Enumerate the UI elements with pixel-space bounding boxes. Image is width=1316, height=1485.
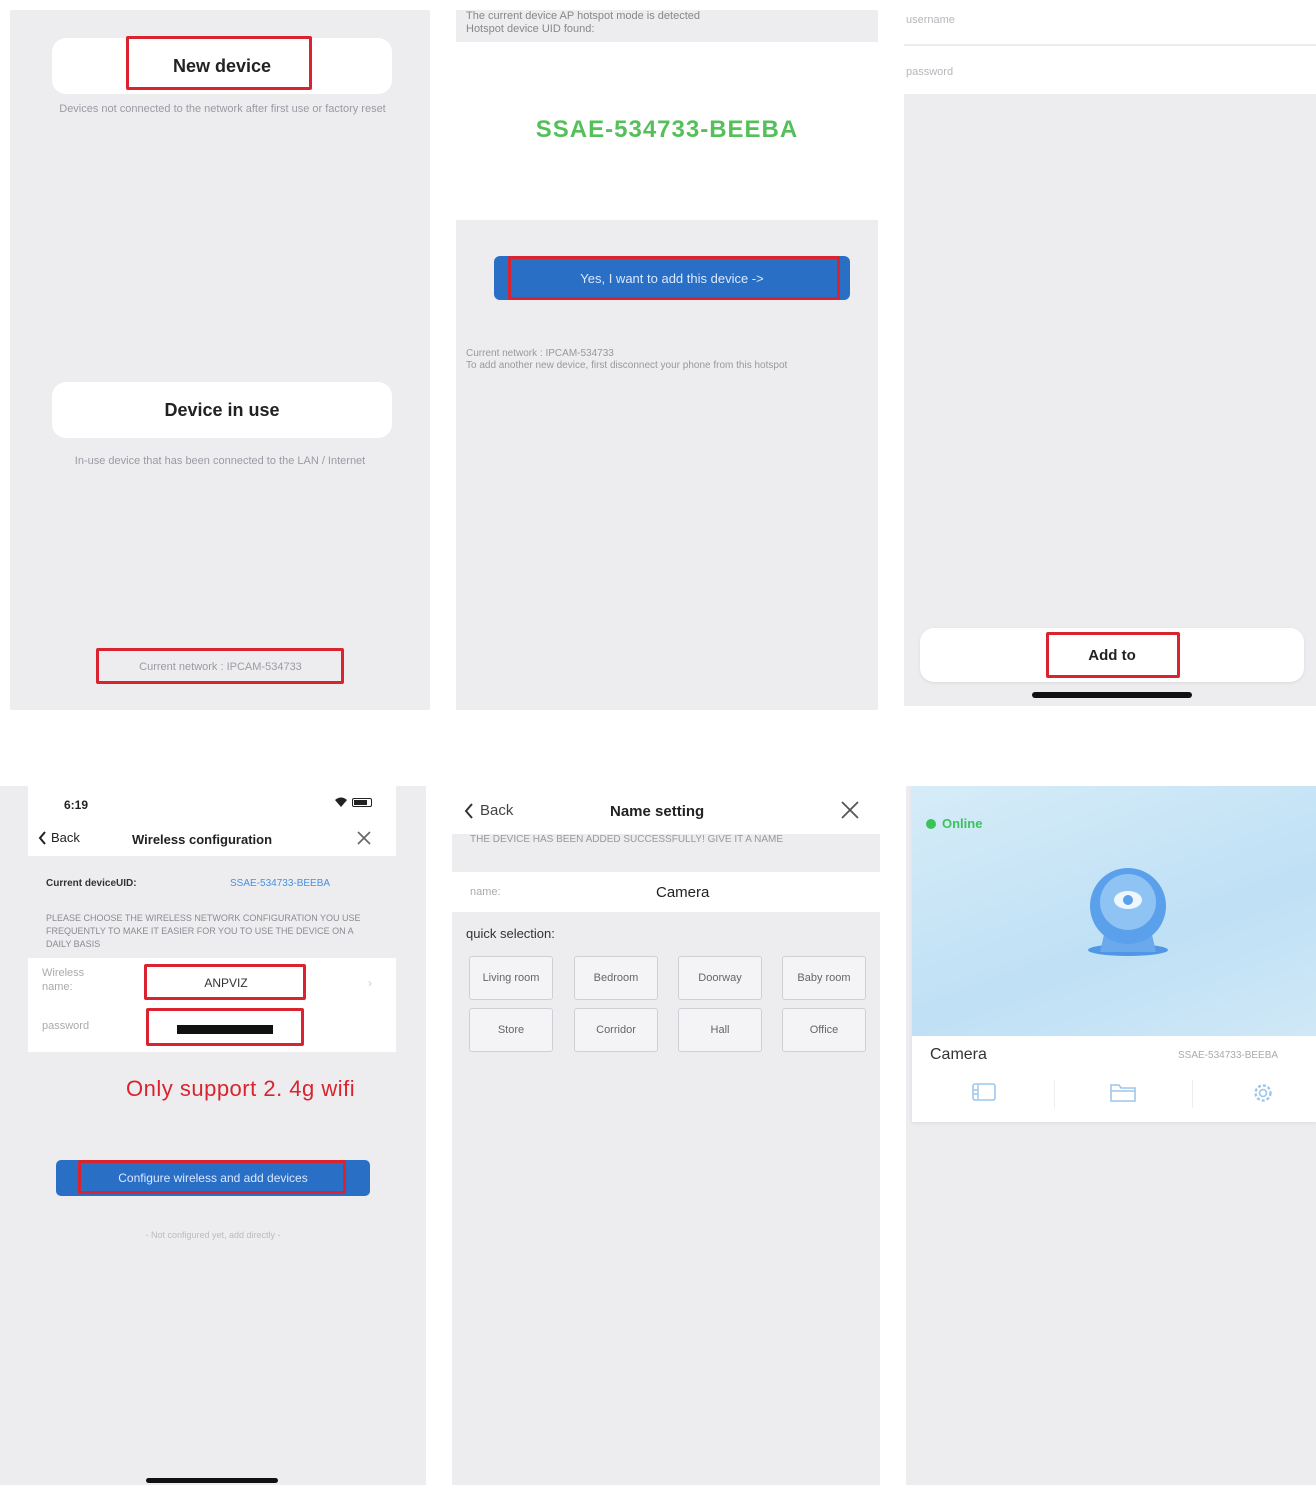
current-uid-label: Current deviceUID: <box>46 878 137 889</box>
highlight-current-network <box>96 648 344 684</box>
chip-label: Store <box>497 1024 525 1036</box>
hotspot-detected-text: The current device AP hotspot mode is de… <box>466 10 866 36</box>
password-label: password <box>42 1020 90 1032</box>
highlight-new-device <box>126 36 312 90</box>
panel-login: username password Add to <box>904 0 1316 706</box>
nav-bar: Back Name setting <box>452 786 880 834</box>
chip-label: Bedroom <box>593 972 639 984</box>
wireless-name-label: Wireless name: <box>42 967 85 993</box>
panel-device-list: Online Camera SSAE-534733-BEEBA <box>906 786 1316 1485</box>
chip-label: Hall <box>710 1024 730 1036</box>
battery-icon <box>352 798 372 807</box>
chip-store[interactable]: Store <box>469 1008 553 1052</box>
highlight-add-to <box>1046 632 1180 678</box>
password-field[interactable]: password <box>904 46 1316 94</box>
device-in-use-button[interactable]: Device in use <box>52 382 392 438</box>
chip-label: Doorway <box>698 972 742 984</box>
device-uid: SSAE-534733-BEEBA <box>1178 1050 1279 1061</box>
name-field[interactable]: name: Camera <box>452 872 880 912</box>
chip-label: Baby room <box>797 972 851 984</box>
divider <box>1192 1080 1193 1108</box>
highlight-configure <box>78 1160 346 1194</box>
divider <box>1054 1080 1055 1108</box>
chip-label: Living room <box>482 972 540 984</box>
chip-office[interactable]: Office <box>782 1008 866 1052</box>
close-icon[interactable] <box>356 830 372 846</box>
chip-baby-room[interactable]: Baby room <box>782 956 866 1000</box>
panel-name-setting: Back Name setting THE DEVICE HAS BEEN AD… <box>452 786 880 1485</box>
device-card[interactable]: Online Camera SSAE-534733-BEEBA <box>912 786 1316 1122</box>
current-uid-value: SSAE-534733-BEEBA <box>230 878 331 889</box>
camera-icon <box>1078 866 1178 960</box>
username-placeholder: username <box>906 14 955 26</box>
status-dot-icon <box>926 818 936 829</box>
chevron-left-icon <box>464 802 474 819</box>
camera-preview[interactable]: Online <box>912 786 1316 1036</box>
chevron-left-icon <box>38 830 47 845</box>
highlight-wifi-password <box>146 1008 304 1046</box>
back-button[interactable]: Back <box>38 830 80 845</box>
network-line-1: Current network : IPCAM-534733 <box>466 348 614 359</box>
chip-living-room[interactable]: Living room <box>469 956 553 1000</box>
device-uid: SSAE-534733-BEEBA <box>535 116 799 143</box>
username-field[interactable]: username <box>904 0 1316 44</box>
page-title: Wireless configuration <box>132 832 273 847</box>
chip-hall[interactable]: Hall <box>678 1008 762 1052</box>
online-indicator: Online <box>926 816 982 831</box>
name-label: name: <box>470 886 501 898</box>
panel-wireless-config: 6:19 Back Wireless configuration Current… <box>0 786 426 1485</box>
new-device-description: Devices not connected to the network aft… <box>59 103 386 115</box>
panel-device-type: New device Devices not connected to the … <box>10 10 430 710</box>
chip-label: Office <box>809 1024 839 1036</box>
not-configured-link[interactable]: - Not configured yet, add directly - <box>96 1230 330 1240</box>
online-label: Online <box>942 816 983 831</box>
panel-hotspot-found: The current device AP hotspot mode is de… <box>456 10 878 710</box>
status-time: 6:19 <box>64 798 89 812</box>
success-message: THE DEVICE HAS BEEN ADDED SUCCESSFULLY! … <box>470 834 784 845</box>
highlight-add-device <box>508 256 840 300</box>
back-label: Back <box>51 830 80 845</box>
chip-label: Corridor <box>596 1024 636 1036</box>
instructions-text: PLEASE CHOOSE THE WIRELESS NETWORK CONFI… <box>46 913 361 949</box>
chevron-right-icon: › <box>368 976 372 990</box>
gear-icon[interactable] <box>1252 1082 1274 1104</box>
status-and-nav-bar: 6:19 Back Wireless configuration <box>28 786 396 856</box>
back-label: Back <box>480 802 514 819</box>
close-icon[interactable] <box>840 800 860 820</box>
hotspot-line-2: Hotspot device UID found: <box>466 23 595 35</box>
device-in-use-label: Device in use <box>164 399 280 420</box>
folder-icon[interactable] <box>1110 1082 1136 1102</box>
chip-doorway[interactable]: Doorway <box>678 956 762 1000</box>
quick-selection-label: quick selection: <box>466 926 555 941</box>
support-note: Only support 2. 4g wifi <box>126 1076 356 1101</box>
chip-corridor[interactable]: Corridor <box>574 1008 658 1052</box>
page-title: Name setting <box>610 803 705 820</box>
password-placeholder: password <box>906 66 954 78</box>
device-name: Camera <box>930 1046 987 1063</box>
home-indicator <box>1032 692 1192 698</box>
hotspot-line-1: The current device AP hotspot mode is de… <box>466 10 700 22</box>
home-indicator <box>146 1478 278 1483</box>
network-line-2: To add another new device, first disconn… <box>466 360 788 371</box>
wifi-icon <box>334 796 348 808</box>
current-network-info: Current network : IPCAM-534733 To add an… <box>466 348 876 372</box>
playback-icon[interactable] <box>972 1082 996 1102</box>
back-button[interactable]: Back <box>464 802 513 819</box>
chip-bedroom[interactable]: Bedroom <box>574 956 658 1000</box>
name-value: Camera <box>656 884 710 901</box>
highlight-wireless-name <box>144 964 306 1000</box>
device-in-use-description: In-use device that has been connected to… <box>74 455 366 467</box>
